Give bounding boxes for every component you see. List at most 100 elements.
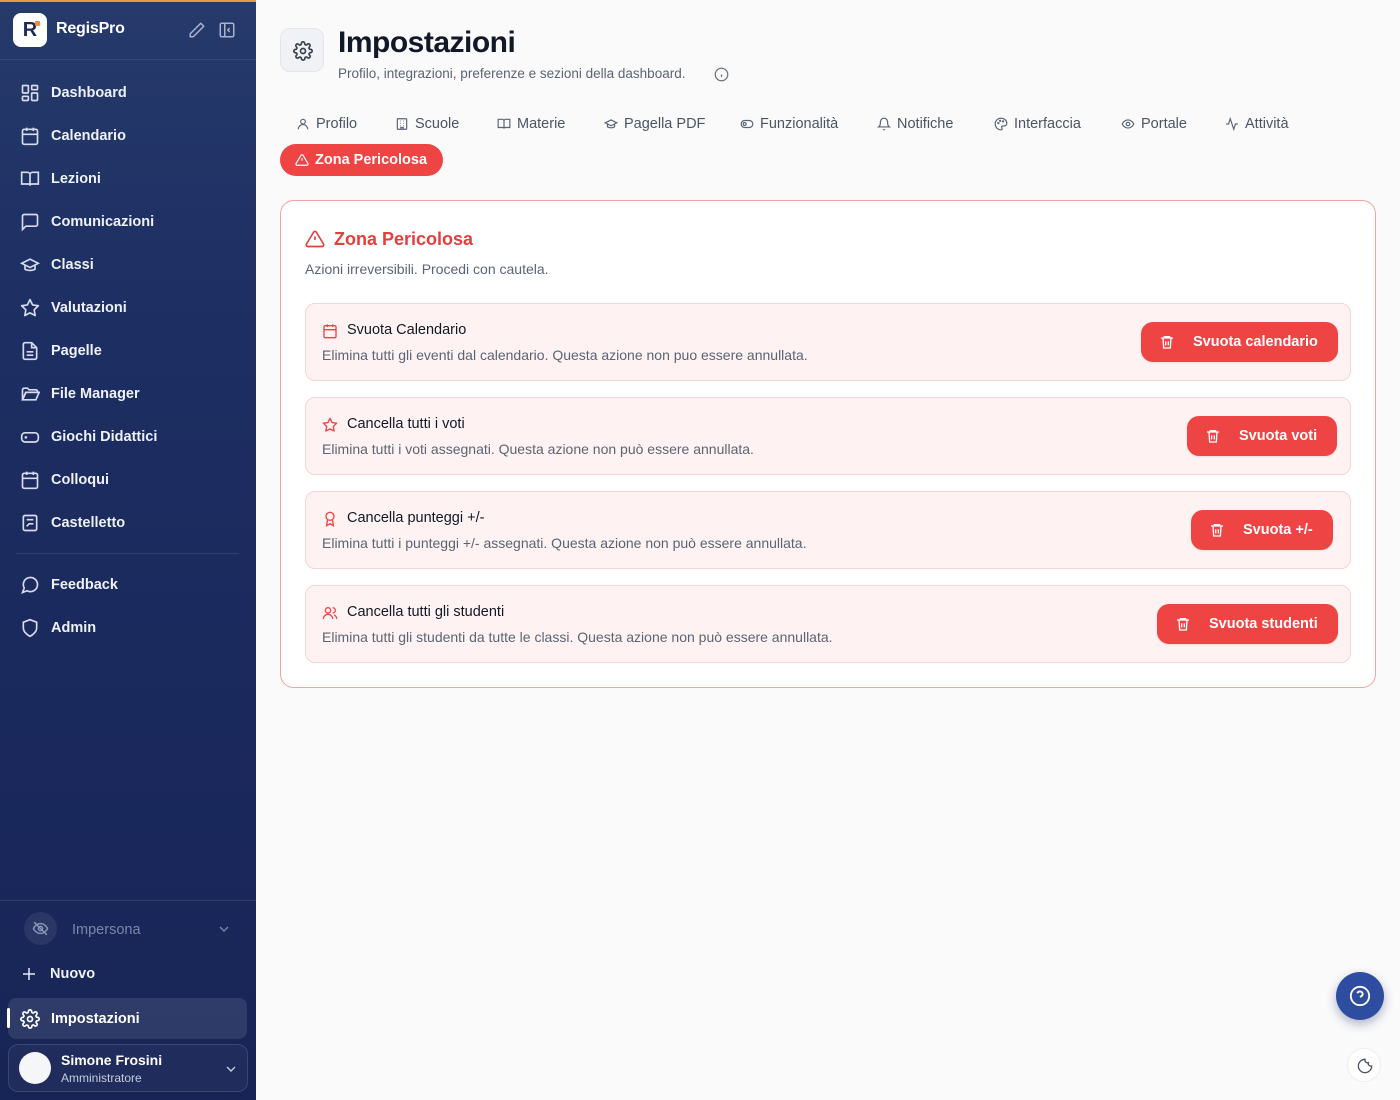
help-button[interactable]	[1336, 972, 1384, 1020]
action-title: Svuota Calendario	[347, 322, 467, 338]
page-icon	[280, 28, 324, 72]
help-circle-icon	[1349, 985, 1371, 1007]
trash-icon	[1211, 524, 1223, 537]
sidebar-item-comunicazioni[interactable]: Comunicazioni	[8, 203, 248, 241]
danger-zone-subtitle: Azioni irreversibili. Procedi con cautel…	[305, 261, 549, 277]
sidebar-item-dashboard[interactable]: Dashboard	[8, 74, 248, 112]
tab-pagella-pdf[interactable]: Pagella PDF	[604, 112, 705, 136]
gear-icon	[293, 41, 313, 61]
sidebar-item-label: Admin	[51, 620, 97, 636]
danger-zone-title: Zona Pericolosa	[334, 229, 474, 249]
tab-label: Materie	[517, 116, 566, 132]
button-label: Svuota calendario	[1193, 334, 1318, 350]
tab-profilo[interactable]: Profilo	[296, 112, 357, 136]
clipboard-check-icon	[22, 514, 38, 532]
building-icon	[396, 118, 408, 130]
chevron-down-icon	[219, 926, 229, 932]
sidebar-item-pagelle[interactable]: Pagelle	[8, 332, 248, 370]
user-name: Simone Frosini	[61, 1052, 163, 1068]
sidebar-divider	[16, 553, 239, 554]
sidebar-collapse-icon[interactable]	[218, 21, 236, 39]
sidebar-item-label: Valutazioni	[51, 300, 127, 316]
danger-action-calendario: Svuota Calendario Elimina tutti gli even…	[305, 303, 1351, 381]
pencil-icon[interactable]	[188, 21, 206, 39]
tab-label: Zona Pericolosa	[315, 152, 428, 168]
sidebar-item-classi[interactable]: Classi	[8, 246, 248, 284]
plus-icon	[23, 968, 35, 980]
sidebar-item-giochi-didattici[interactable]: Giochi Didattici	[8, 418, 248, 456]
impersona-select[interactable]: Impersona	[24, 912, 240, 946]
danger-action-punteggi: Cancella punteggi +/- Elimina tutti i pu…	[305, 491, 1351, 569]
tab-label: Portale	[1141, 116, 1187, 132]
action-title: Cancella punteggi +/-	[347, 510, 485, 526]
tab-label: Profilo	[316, 116, 358, 132]
sidebar-item-label: Dashboard	[51, 85, 127, 101]
sidebar-item-castelletto[interactable]: Castelletto	[8, 504, 248, 542]
svuota-voti-button[interactable]: Svuota voti	[1187, 416, 1338, 456]
nuovo-button[interactable]: Nuovo	[8, 957, 248, 991]
tab-attivita[interactable]: Attività	[1225, 112, 1289, 136]
tab-portale[interactable]: Portale	[1121, 112, 1187, 136]
graduation-cap-icon	[20, 258, 40, 272]
sidebar-item-calendario[interactable]: Calendario	[8, 117, 248, 155]
sidebar-item-label: Giochi Didattici	[51, 429, 158, 445]
user-menu[interactable]: Simone Frosini Amministratore	[8, 1044, 248, 1092]
action-description: Elimina tutti gli studenti da tutte le c…	[322, 629, 833, 645]
sidebar-item-label: Pagelle	[51, 343, 102, 359]
user-icon	[297, 118, 309, 130]
sidebar-item-colloqui[interactable]: Colloqui	[8, 461, 248, 499]
file-text-icon	[22, 341, 38, 361]
page-subtitle: Profilo, integrazioni, preferenze e sezi…	[338, 66, 686, 81]
danger-zone-card: Zona Pericolosa Azioni irreversibili. Pr…	[280, 200, 1376, 688]
tab-zona-pericolosa[interactable]: Zona Pericolosa	[280, 144, 444, 176]
trash-icon	[1207, 430, 1219, 443]
toggle-icon	[740, 119, 754, 129]
star-icon	[20, 298, 40, 317]
alert-triangle-icon	[295, 154, 309, 166]
tab-funzionalita[interactable]: Funzionalità	[740, 112, 838, 136]
brand-logo[interactable]: R	[13, 13, 47, 47]
sidebar-item-label: Calendario	[51, 128, 126, 144]
tab-label: Interfaccia	[1014, 116, 1081, 132]
sidebar-item-feedback[interactable]: Feedback	[8, 566, 248, 604]
layout-grid-icon	[21, 84, 39, 102]
message-square-icon	[21, 213, 39, 232]
book-open-icon	[20, 171, 40, 186]
danger-action-studenti: Cancella tutti gli studenti Elimina tutt…	[305, 585, 1351, 663]
calendar-icon	[323, 324, 337, 339]
sidebar-item-impostazioni[interactable]: Impostazioni	[7, 998, 247, 1039]
sidebar-item-valutazioni[interactable]: Valutazioni	[8, 289, 248, 327]
sidebar-item-label: File Manager	[51, 386, 140, 402]
palette-icon	[994, 117, 1008, 131]
cookie-settings-button[interactable]	[1347, 1048, 1381, 1082]
sidebar-item-lezioni[interactable]: Lezioni	[8, 160, 248, 198]
sidebar-bottom-divider	[0, 900, 256, 901]
action-description: Elimina tutti i punteggi +/- assegnati. …	[322, 535, 807, 551]
info-icon[interactable]	[714, 67, 729, 82]
sidebar-item-label: Impostazioni	[51, 1011, 140, 1027]
tab-notifiche[interactable]: Notifiche	[877, 112, 953, 136]
user-role: Amministratore	[61, 1071, 142, 1085]
svuota-calendario-button[interactable]: Svuota calendario	[1141, 322, 1338, 362]
action-title: Cancella tutti i voti	[347, 416, 465, 432]
trash-icon	[1177, 618, 1189, 631]
sidebar: R RegisPro Dashboard Calendario Lezioni …	[0, 0, 256, 1100]
sidebar-item-admin[interactable]: Admin	[8, 609, 248, 647]
award-icon	[325, 511, 335, 527]
page-title: Impostazioni	[338, 26, 516, 59]
tab-label: Attività	[1245, 116, 1289, 132]
svuota-studenti-button[interactable]: Svuota studenti	[1157, 604, 1338, 644]
tab-interfaccia[interactable]: Interfaccia	[994, 112, 1081, 136]
impersona-avatar	[24, 912, 57, 945]
action-title: Cancella tutti gli studenti	[347, 604, 505, 620]
nuovo-label: Nuovo	[50, 966, 96, 982]
tab-scuole[interactable]: Scuole	[395, 112, 459, 136]
gear-icon	[20, 1009, 40, 1029]
svuota-punteggi-button[interactable]: Svuota +/-	[1191, 510, 1333, 550]
message-circle-icon	[21, 576, 39, 594]
tab-materie[interactable]: Materie	[497, 112, 565, 136]
alert-triangle-icon	[305, 230, 325, 248]
sidebar-item-file-manager[interactable]: File Manager	[8, 375, 248, 413]
danger-action-voti: Cancella tutti i voti Elimina tutti i vo…	[305, 397, 1351, 475]
star-icon	[322, 417, 338, 432]
